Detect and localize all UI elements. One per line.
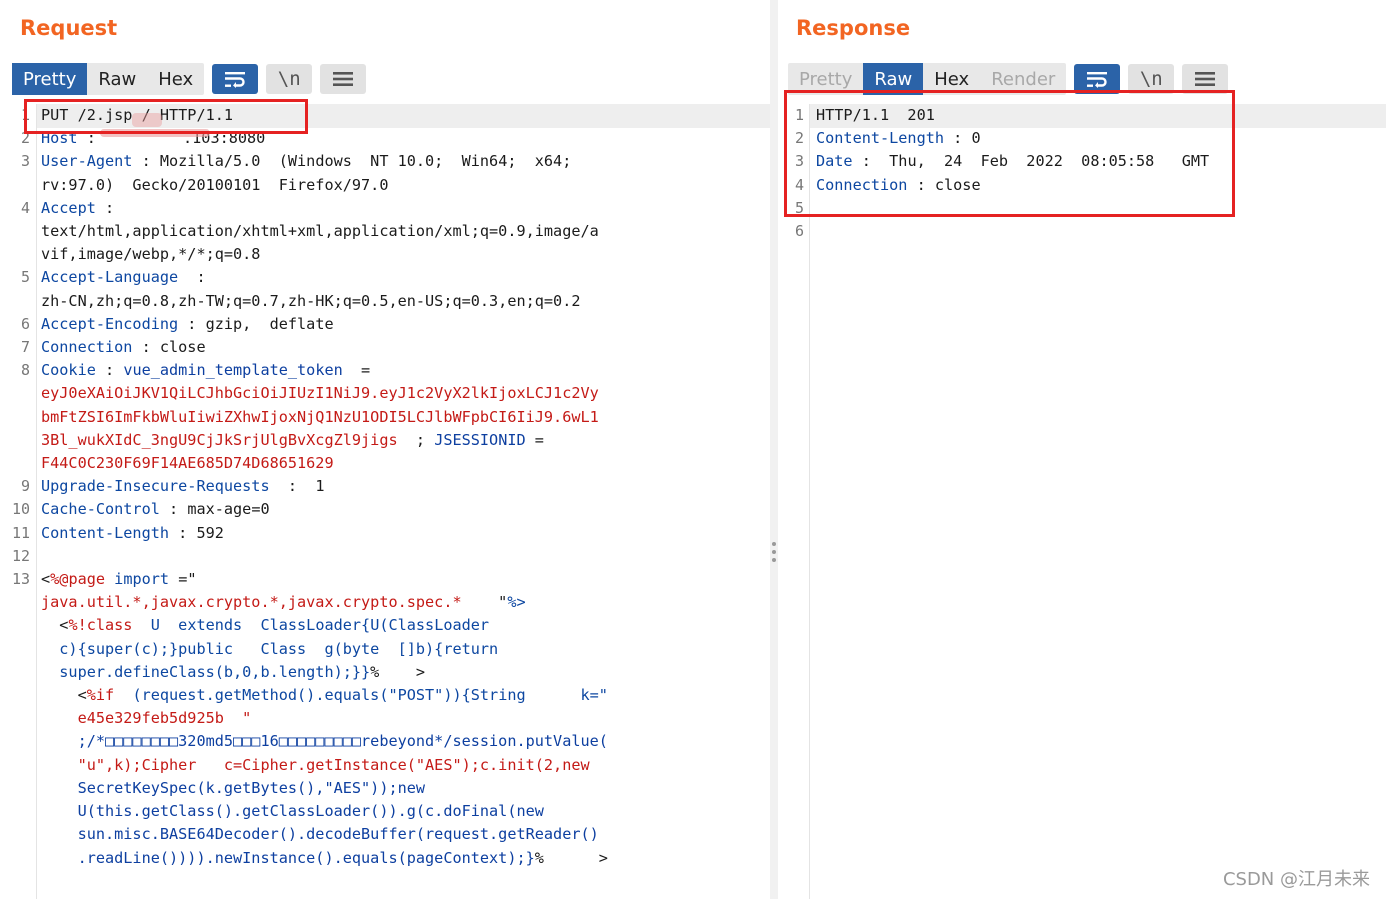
request-tab-raw[interactable]: Raw: [87, 63, 147, 95]
request-view-tabs: Pretty Raw Hex: [12, 63, 205, 95]
request-wrap-lines-button[interactable]: [212, 64, 259, 94]
line-number: 6: [20, 314, 30, 333]
line-number: 1: [794, 106, 804, 124]
response-line-3: 3 Date : Thu, 24 Feb 2022 08:05:58 GMT: [778, 150, 1386, 173]
wrap-lines-icon: [1087, 72, 1108, 88]
request-toolbar: Pretty Raw Hex \n: [12, 63, 367, 95]
request-line-1: 1 PUT /2.jsp / HTTP/1.1: [0, 104, 770, 128]
line-number: 9: [20, 477, 30, 496]
redaction-mark: [100, 129, 210, 137]
header-name: Content-Length: [41, 523, 170, 542]
line-number: 2: [794, 129, 804, 148]
cookie-name: vue_admin_template_token: [123, 361, 343, 380]
header-value: Mozilla/5.0 (Windows NT 10.0; Win64; x64…: [159, 152, 572, 171]
header-name: Host: [41, 129, 78, 148]
request-line-6: 6 Accept-Encoding : gzip, deflate: [0, 313, 770, 336]
line-number: 13: [11, 570, 30, 589]
line-number: 4: [20, 198, 30, 217]
request-line-10: 10 Cache-Control : max-age=0: [0, 498, 770, 521]
menu-icon: [333, 72, 354, 86]
header-name: Cache-Control: [41, 500, 160, 519]
header-name: Content-Length: [816, 129, 945, 148]
line-number: 3: [794, 152, 804, 171]
line-number: 8: [20, 361, 30, 380]
response-tab-pretty[interactable]: Pretty: [788, 63, 863, 95]
request-tab-pretty[interactable]: Pretty: [12, 63, 88, 95]
request-line-7: 7 Connection : close: [0, 336, 770, 359]
response-show-newlines-button[interactable]: \n: [1128, 64, 1175, 94]
line-number: 10: [11, 500, 30, 519]
header-name: Connection: [41, 338, 133, 357]
request-line-5: 5 Accept-Language : zh-CN,zh;q=0.8,zh-TW…: [0, 266, 770, 312]
response-title: Response: [796, 16, 911, 40]
header-name: User-Agent: [41, 152, 133, 171]
header-name: Cookie: [41, 361, 96, 380]
line-number: 2: [20, 129, 30, 148]
request-pane: Request Pretty Raw Hex \n 1 PUT /2.jsp /…: [0, 0, 770, 899]
response-view-tabs: Pretty Raw Hex Render: [788, 63, 1067, 95]
request-menu-button[interactable]: [320, 64, 367, 94]
response-menu-button[interactable]: [1182, 64, 1229, 94]
menu-icon: [1195, 72, 1216, 86]
response-editor[interactable]: 1 HTTP/1.1 201 2 Content-Length : 0 3 Da…: [778, 104, 1386, 899]
line-number: 4: [794, 175, 804, 194]
request-line-4: 4 Accept : text/html,application/xhtml+x…: [0, 197, 770, 267]
line-number: 5: [20, 268, 30, 287]
header-name: Accept-Encoding: [41, 314, 179, 333]
response-line-2: 2 Content-Length : 0: [778, 127, 1386, 150]
newline-icon: \n: [277, 68, 301, 90]
request-line-11: 11 Content-Length : 592: [0, 522, 770, 545]
redaction-mark: [132, 113, 162, 127]
newline-icon: \n: [1139, 68, 1163, 90]
response-tab-hex[interactable]: Hex: [923, 63, 980, 95]
response-wrap-lines-button[interactable]: [1074, 64, 1121, 94]
response-toolbar: Pretty Raw Hex Render \n: [788, 63, 1229, 95]
request-title: Request: [20, 16, 118, 40]
line-number: 12: [11, 546, 30, 565]
header-name: Connection: [816, 175, 908, 194]
response-tab-raw[interactable]: Raw: [863, 63, 924, 95]
line-number: 5: [794, 198, 804, 217]
response-line-1: 1 HTTP/1.1 201: [778, 104, 1386, 128]
request-line-13: 13 <%@page import =" java.util.*,javax.c…: [0, 568, 770, 870]
response-pane: Response Pretty Raw Hex Render \n 1 HTTP…: [778, 0, 1386, 899]
request-editor[interactable]: 1 PUT /2.jsp / HTTP/1.1 2 Host : .103:80…: [0, 104, 770, 899]
cookie-name: JSESSIONID: [434, 430, 526, 449]
response-tab-render[interactable]: Render: [980, 63, 1066, 95]
line-number: 1: [20, 106, 30, 124]
response-line-4: 4 Connection : close: [778, 174, 1386, 197]
response-line-5: 5 ​: [778, 197, 1386, 220]
line-number: 11: [11, 523, 30, 542]
watermark: CSDN @江月未来: [1222, 869, 1370, 890]
request-show-newlines-button[interactable]: \n: [266, 64, 313, 94]
header-name: Date: [816, 152, 853, 171]
wrap-lines-icon: [225, 72, 246, 88]
request-line-9: 9 Upgrade-Insecure-Requests : 1: [0, 475, 770, 498]
request-line-8: 8 Cookie : vue_admin_template_token = ey…: [0, 359, 770, 475]
resize-handle[interactable]: [772, 542, 776, 566]
line-number: 6: [794, 222, 804, 241]
request-tab-hex[interactable]: Hex: [147, 63, 204, 95]
header-name: Accept-Language: [41, 268, 179, 287]
request-line-12: 12 ​: [0, 545, 770, 568]
request-line-3: 3 User-Agent : Mozilla/5.0 (Windows NT 1…: [0, 150, 770, 196]
header-name: Accept: [41, 198, 96, 217]
header-name: Upgrade-Insecure-Requests: [41, 477, 270, 496]
cookie-value: eyJ0eXAiOiJKV1QiLCJhbGciOiJIUzI1NiJ9.eyJ…: [41, 384, 599, 403]
line-number: 3: [20, 152, 30, 171]
response-line-6: 6 ​: [778, 220, 1386, 243]
pane-divider[interactable]: [770, 0, 778, 899]
line-number: 7: [20, 338, 30, 357]
